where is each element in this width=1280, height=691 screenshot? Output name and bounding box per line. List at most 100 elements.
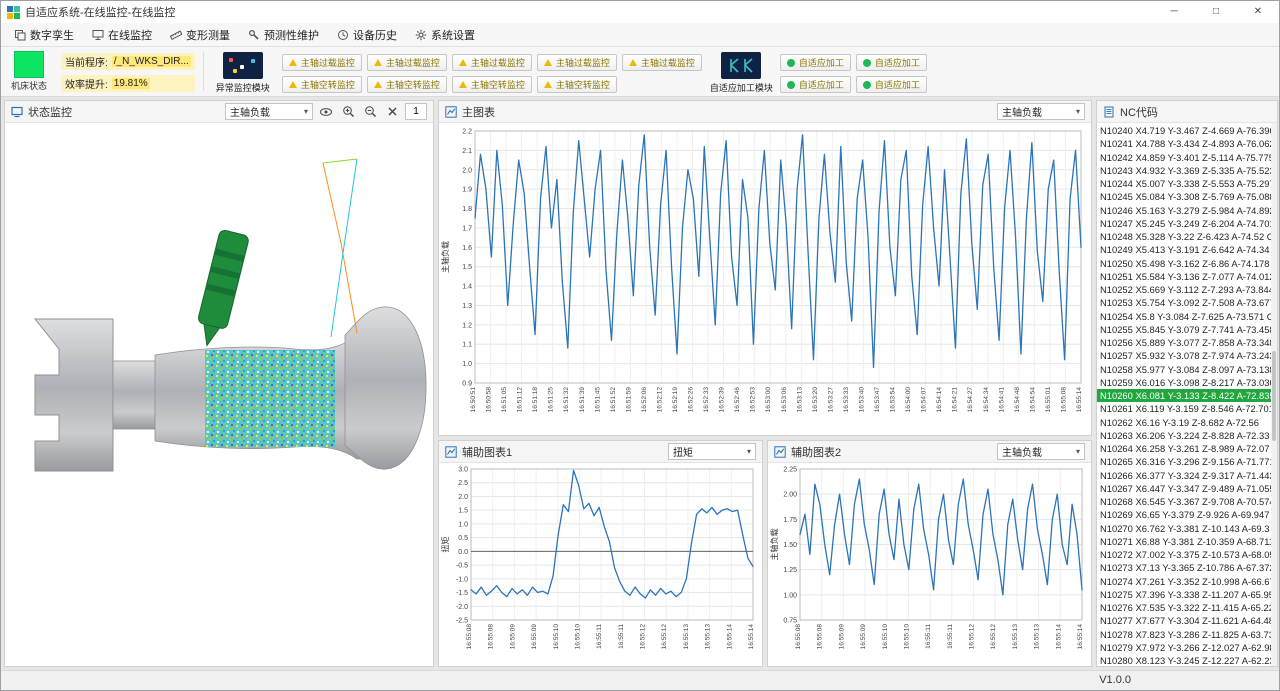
nc-code-line[interactable]: N10278 X7.823 Y-3.286 Z-11.825 A-63.73	[1097, 628, 1277, 641]
spindle-overload-monitor-button[interactable]: 主轴过载监控	[282, 54, 362, 71]
nc-code-line[interactable]: N10270 X6.762 Y-3.381 Z-10.143 A-69.3	[1097, 522, 1277, 535]
nc-code-line[interactable]: N10265 X6.316 Y-3.296 Z-9.156 A-71.771	[1097, 455, 1277, 468]
close-button[interactable]: ✕	[1237, 1, 1279, 23]
nc-code-line[interactable]: N10280 X8.123 Y-3.245 Z-12.227 A-62.23	[1097, 654, 1277, 666]
svg-text:16:50:51: 16:50:51	[470, 387, 477, 413]
svg-text:1.00: 1.00	[783, 592, 797, 599]
nc-code-line[interactable]: N10253 X5.754 Y-3.092 Z-7.508 A-73.677	[1097, 296, 1277, 309]
zoom-in-icon	[342, 105, 355, 118]
efficiency-value: 19.81%	[112, 78, 150, 89]
nc-code-line[interactable]: N10247 X5.245 Y-3.249 Z-6.204 A-74.701	[1097, 217, 1277, 230]
nc-code-line[interactable]: N10251 X5.584 Y-3.136 Z-7.077 A-74.012	[1097, 270, 1277, 283]
svg-text:16:54:34: 16:54:34	[983, 387, 990, 413]
nc-code-line[interactable]: N10260 X6.081 Y-3.133 Z-8.422 A-72.835	[1097, 389, 1277, 402]
main-chart-metric-select[interactable]: 主轴负载▾	[997, 103, 1085, 120]
digital-twin-icon	[14, 29, 26, 41]
nc-code-line[interactable]: N10273 X7.13 Y-3.365 Z-10.786 A-67.372	[1097, 561, 1277, 574]
nc-code-line[interactable]: N10275 X7.396 Y-3.338 Z-11.207 A-65.95	[1097, 588, 1277, 601]
spindle-overload-monitor-button[interactable]: 主轴过载监控	[452, 54, 532, 71]
spindle-idle-monitor-button[interactable]: 主轴空转监控	[537, 76, 617, 93]
maximize-button[interactable]: □	[1195, 1, 1237, 23]
nc-code-line[interactable]: N10262 X6.16 Y-3.19 Z-8.682 A-72.56	[1097, 416, 1277, 429]
aux-chart2-metric-select[interactable]: 主轴负载▾	[997, 443, 1085, 460]
nc-code-line[interactable]: N10274 X7.261 Y-3.352 Z-10.998 A-66.67	[1097, 575, 1277, 588]
nc-code-line[interactable]: N10279 X7.972 Y-3.266 Z-12.027 A-62.98	[1097, 641, 1277, 654]
svg-text:1.5: 1.5	[458, 508, 468, 515]
nc-code-line[interactable]: N10266 X6.377 Y-3.324 Z-9.317 A-71.443	[1097, 469, 1277, 482]
aux-chart2[interactable]: 0.751.001.251.501.752.002.2516:55:0816:5…	[768, 463, 1088, 666]
nc-code-line[interactable]: N10246 X5.163 Y-3.279 Z-5.984 A-74.892	[1097, 204, 1277, 217]
view-eye-button[interactable]	[317, 103, 335, 120]
machine-3d-view[interactable]	[5, 123, 433, 666]
nc-code-line[interactable]: N10269 X6.65 Y-3.379 Z-9.926 A-69.947 C	[1097, 508, 1277, 521]
nc-code-line[interactable]: N10245 X5.084 Y-3.308 Z-5.769 A-75.088	[1097, 190, 1277, 203]
adaptive-machining-button[interactable]: 自适应加工	[856, 76, 927, 93]
nc-code-line[interactable]: N10268 X6.545 Y-3.367 Z-9.708 A-70.574	[1097, 495, 1277, 508]
menu-item-system-settings[interactable]: 系统设置	[406, 23, 484, 47]
nc-code-line[interactable]: N10267 X6.447 Y-3.347 Z-9.489 A-71.055	[1097, 482, 1277, 495]
spindle-idle-monitor-button[interactable]: 主轴空转监控	[452, 76, 532, 93]
nc-code-line[interactable]: N10241 X4.788 Y-3.434 Z-4.893 A-76.062	[1097, 137, 1277, 150]
menu-item-deformation-measure[interactable]: 变形测量	[161, 23, 239, 47]
menu-item-predictive-maintenance[interactable]: 预测性维护	[239, 23, 328, 47]
nc-code-line[interactable]: N10240 X4.719 Y-3.467 Z-4.669 A-76.396	[1097, 124, 1277, 137]
aux-chart1[interactable]: -2.5-2.0-1.5-1.0-0.50.00.51.01.52.02.53.…	[439, 463, 759, 666]
nc-code-line[interactable]: N10264 X6.258 Y-3.261 Z-8.989 A-72.07	[1097, 442, 1277, 455]
svg-text:16:51:59: 16:51:59	[625, 387, 632, 413]
aux-chart1-metric-select[interactable]: 扭矩▾	[668, 443, 756, 460]
adaptive-machining-button[interactable]: 自适应加工	[780, 76, 851, 93]
adaptive-machining-button[interactable]: 自适应加工	[856, 54, 927, 71]
nc-code-line[interactable]: N10243 X4.932 Y-3.369 Z-5.335 A-75.523	[1097, 164, 1277, 177]
spindle-overload-monitor-button[interactable]: 主轴过载监控	[537, 54, 617, 71]
line-chart-icon	[445, 106, 457, 118]
status-metric-select[interactable]: 主轴负载▾	[225, 103, 313, 120]
nc-code-line[interactable]: N10249 X5.413 Y-3.191 Z-6.642 A-74.34	[1097, 243, 1277, 256]
nc-code-line[interactable]: N10261 X6.119 Y-3.159 Z-8.546 A-72.701	[1097, 402, 1277, 415]
spindle-idle-monitor-button[interactable]: 主轴空转监控	[282, 76, 362, 93]
svg-text:16:54:00: 16:54:00	[905, 387, 912, 413]
nc-code-line[interactable]: N10263 X6.206 Y-3.224 Z-8.828 A-72.33 C	[1097, 429, 1277, 442]
spindle-overload-monitor-button[interactable]: 主轴过载监控	[367, 54, 447, 71]
interval-input[interactable]	[405, 103, 427, 120]
zoom-in-button[interactable]	[339, 103, 357, 120]
nc-code-line[interactable]: N10250 X5.498 Y-3.162 Z-6.86 A-74.178 C	[1097, 257, 1277, 270]
svg-text:16:53:47: 16:53:47	[874, 387, 881, 413]
svg-text:16:55:10: 16:55:10	[553, 624, 560, 650]
nc-code-line[interactable]: N10258 X5.977 Y-3.084 Z-8.097 A-73.138	[1097, 363, 1277, 376]
line-chart-icon	[445, 446, 457, 458]
spindle-idle-monitor-button[interactable]: 主轴空转监控	[367, 76, 447, 93]
nc-code-line[interactable]: N10252 X5.669 Y-3.112 Z-7.293 A-73.844	[1097, 283, 1277, 296]
nc-scrollbar-thumb[interactable]	[1272, 351, 1276, 441]
nc-code-line[interactable]: N10257 X5.932 Y-3.078 Z-7.974 A-73.243	[1097, 349, 1277, 362]
nc-code-line[interactable]: N10254 X5.8 Y-3.084 Z-7.625 A-73.571 C	[1097, 310, 1277, 323]
nc-code-line[interactable]: N10255 X5.845 Y-3.079 Z-7.741 A-73.458	[1097, 323, 1277, 336]
chevron-down-icon: ▾	[1076, 447, 1080, 456]
nc-code-line[interactable]: N10242 X4.859 Y-3.401 Z-5.114 A-75.775	[1097, 151, 1277, 164]
nc-code-line[interactable]: N10256 X5.889 Y-3.077 Z-7.858 A-73.348	[1097, 336, 1277, 349]
svg-text:16:52:39: 16:52:39	[719, 387, 726, 413]
toolpath-line	[323, 159, 357, 163]
spindle-overload-monitor-button[interactable]: 主轴过载监控	[622, 54, 702, 71]
minimize-button[interactable]: ─	[1153, 1, 1195, 23]
menu-item-digital-twin[interactable]: 数字孪生	[5, 23, 83, 47]
zoom-out-button[interactable]	[361, 103, 379, 120]
nc-code-line[interactable]: N10277 X7.677 Y-3.304 Z-11.621 A-64.48	[1097, 614, 1277, 627]
nc-code-line[interactable]: N10248 X5.328 Y-3.22 Z-6.423 A-74.52 C	[1097, 230, 1277, 243]
svg-text:16:51:12: 16:51:12	[517, 387, 524, 413]
adaptive-module: 自适应加工模块	[710, 50, 772, 94]
warning-icon	[374, 59, 382, 66]
menu-item-online-monitor[interactable]: 在线监控	[83, 23, 161, 47]
nc-code-line[interactable]: N10276 X7.535 Y-3.322 Z-11.415 A-65.22	[1097, 601, 1277, 614]
nc-code-line[interactable]: N10271 X6.88 Y-3.381 Z-10.359 A-68.711	[1097, 535, 1277, 548]
nc-code-header: NC代码	[1097, 101, 1277, 123]
clear-view-button[interactable]	[383, 103, 401, 120]
nc-code-line[interactable]: N10272 X7.002 Y-3.375 Z-10.573 A-68.05	[1097, 548, 1277, 561]
svg-text:16:54:21: 16:54:21	[952, 387, 959, 413]
nc-code-line[interactable]: N10244 X5.007 Y-3.338 Z-5.553 A-75.297	[1097, 177, 1277, 190]
adaptive-machining-button[interactable]: 自适应加工	[780, 54, 851, 71]
current-program-label: 当前程序:	[65, 54, 108, 69]
main-chart[interactable]: 0.91.01.11.21.31.41.51.61.71.81.92.02.12…	[439, 123, 1089, 433]
nc-code-line[interactable]: N10259 X6.016 Y-3.098 Z-8.217 A-73.036	[1097, 376, 1277, 389]
nc-scrollbar[interactable]	[1271, 123, 1277, 666]
menu-item-device-history[interactable]: 设备历史	[328, 23, 406, 47]
